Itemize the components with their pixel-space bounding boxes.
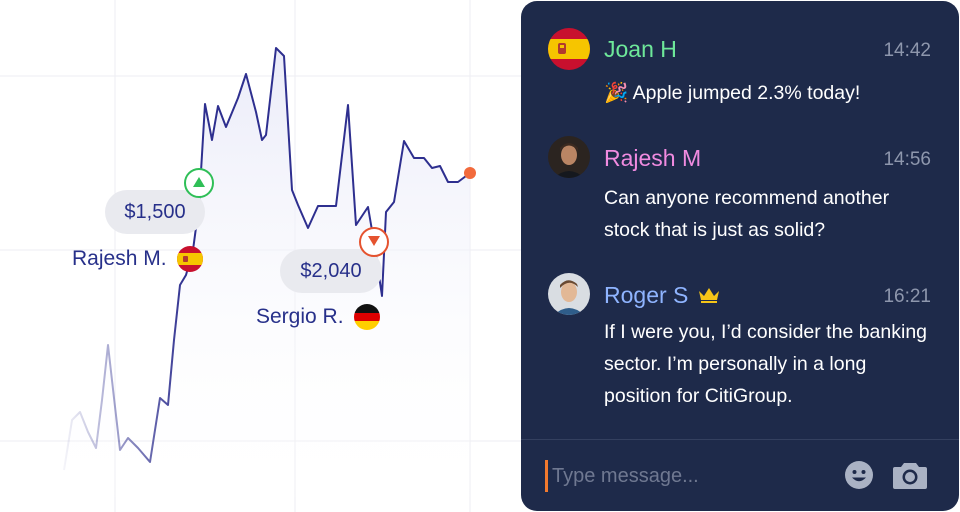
germany-flag-icon: [353, 304, 380, 330]
user-photo-avatar: [548, 273, 590, 315]
trade-price: $1,500: [124, 200, 186, 223]
arrow-down-icon: [368, 233, 380, 251]
trade-price: $2,040: [300, 259, 362, 282]
trader-name: Sergio R.: [256, 305, 344, 328]
trader-label: Rajesh M.: [72, 246, 203, 272]
message-text: If I were you, I’d consider the banking …: [604, 316, 934, 412]
buy-marker[interactable]: [184, 168, 214, 198]
sell-marker[interactable]: [359, 227, 389, 257]
crown-icon: [698, 282, 720, 309]
message-author[interactable]: Roger S: [604, 282, 720, 309]
author-name: Joan H: [604, 36, 677, 62]
author-name: Rajesh M: [604, 145, 702, 171]
message-composer: [521, 440, 959, 511]
message-body: Apple jumped 2.3% today!: [632, 82, 861, 104]
message-text: 🎉 Apple jumped 2.3% today!: [604, 77, 934, 109]
author-name: Roger S: [604, 282, 689, 308]
trader-label: Sergio R.: [256, 304, 380, 330]
message-body: Can anyone recommend another stock that …: [604, 187, 890, 241]
message-body: If I were you, I’d consider the banking …: [604, 321, 928, 407]
message-author[interactable]: Joan H: [604, 36, 677, 63]
trader-name: Rajesh M.: [72, 247, 167, 270]
chat-panel: Joan H 14:42 🎉 Apple jumped 2.3% today! …: [521, 1, 959, 511]
spain-flag-avatar: [548, 28, 590, 70]
arrow-up-icon: [193, 174, 205, 192]
message-time: 14:56: [883, 149, 931, 170]
trade-price-badge: $1,500: [105, 190, 205, 234]
message-text: Can anyone recommend another stock that …: [604, 182, 934, 246]
message-input[interactable]: [545, 460, 825, 492]
message-author[interactable]: Rajesh M: [604, 145, 701, 172]
user-photo-avatar: [548, 136, 590, 178]
smiley-icon[interactable]: [844, 460, 874, 495]
spain-flag-icon: [176, 246, 203, 272]
message-time: 16:21: [883, 286, 931, 307]
price-chart: $1,500 Rajesh M. $2,040 Sergio R.: [0, 0, 540, 512]
live-price-dot: [464, 167, 476, 179]
party-icon: 🎉: [604, 82, 629, 104]
camera-icon[interactable]: [892, 460, 928, 495]
message-time: 14:42: [883, 40, 931, 61]
